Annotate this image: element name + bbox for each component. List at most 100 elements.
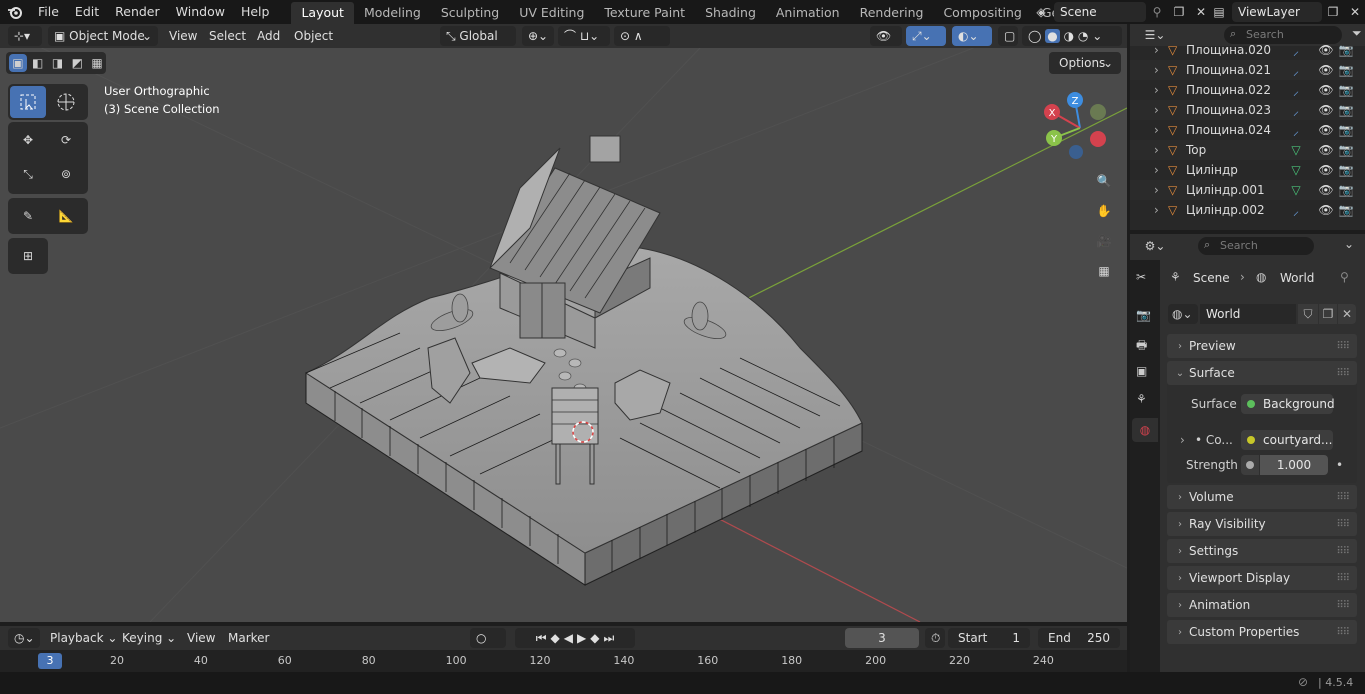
eye-icon[interactable]: 👁 [1316, 203, 1336, 217]
world-tab-icon[interactable]: ◍ [1132, 418, 1158, 442]
expand-chevron-icon[interactable]: › [1154, 123, 1168, 137]
scale-tool-icon[interactable]: ⤡ [10, 158, 46, 190]
tab-layout[interactable]: Layout [291, 2, 354, 24]
blender-logo-icon[interactable] [0, 0, 30, 24]
jump-start-icon[interactable]: ⏮ [536, 628, 547, 648]
expand-chevron-icon[interactable]: › [1154, 203, 1168, 217]
modifier-icon[interactable]: ⸝ [1276, 202, 1316, 219]
xray-icon[interactable]: ▢ [998, 26, 1018, 46]
menu-window[interactable]: Window [168, 0, 233, 24]
mode-dropdown[interactable]: ▣ Object Mode ⌄ [48, 26, 158, 46]
eye-icon[interactable]: 👁 [1316, 123, 1336, 137]
outliner-row[interactable]: › ▽ Площина.021 ⸝ 👁 📷 [1130, 60, 1365, 80]
scene-selector-icon[interactable]: ◈ [1030, 2, 1052, 22]
current-frame-field[interactable]: 3 [845, 628, 919, 648]
outliner-row[interactable]: › ▽ Циліндр.001 ▽ 👁 📷 [1130, 180, 1365, 200]
tab-compositing[interactable]: Compositing [933, 2, 1031, 24]
play-icon[interactable]: ▶ [577, 628, 586, 648]
expand-chevron-icon[interactable]: › [1154, 163, 1168, 177]
strength-field[interactable]: 1.000 [1260, 455, 1328, 475]
eye-icon[interactable]: 👁 [1316, 103, 1336, 117]
playhead[interactable]: 3 [38, 653, 62, 669]
camera-render-icon[interactable]: 📷 [1336, 83, 1356, 97]
grip-icon[interactable]: ⠿⠿ [1336, 627, 1350, 638]
measure-tool-icon[interactable]: 📐 [48, 200, 84, 232]
properties-search-input[interactable]: Search [1198, 237, 1314, 255]
outliner-item-name[interactable]: Циліндр.002 [1186, 203, 1276, 217]
modifier-icon[interactable]: ⸝ [1276, 42, 1316, 59]
world-browse-icon[interactable]: ◍⌄ [1168, 304, 1198, 324]
view-layer-tab-icon[interactable]: ▣ [1136, 364, 1147, 378]
stopwatch-icon[interactable]: ⏱ [925, 628, 945, 648]
mesh-data-icon[interactable]: ▽ [1276, 183, 1316, 197]
delete-view-layer-icon[interactable]: ✕ [1344, 2, 1365, 22]
camera-render-icon[interactable]: 📷 [1336, 203, 1356, 217]
outliner-item-name[interactable]: Площина.022 [1186, 83, 1276, 97]
zoom-icon[interactable]: 🔍 [1091, 168, 1117, 194]
grip-icon[interactable]: ⠿⠿ [1336, 546, 1350, 557]
outliner-row[interactable]: › ▽ Площина.024 ⸝ 👁 📷 [1130, 120, 1365, 140]
camera-render-icon[interactable]: 📷 [1336, 63, 1356, 77]
modifier-icon[interactable]: ⸝ [1276, 102, 1316, 119]
modifier-icon[interactable]: ⸝ [1276, 122, 1316, 139]
material-shading-icon[interactable]: ◑ [1064, 29, 1074, 43]
tab-sculpting[interactable]: Sculpting [431, 2, 509, 24]
eye-icon[interactable]: 👁 [1316, 143, 1336, 157]
render-tab-icon[interactable]: 📷 [1136, 308, 1151, 322]
chevron-down-icon[interactable]: ⌄ [1344, 237, 1354, 251]
next-keyframe-icon[interactable]: ◆ [590, 628, 599, 648]
tab-uv-editing[interactable]: UV Editing [509, 2, 594, 24]
select-new-icon[interactable]: ▣ [9, 54, 27, 72]
fake-user-icon[interactable]: ⛉ [1298, 304, 1318, 324]
camera-render-icon[interactable]: 📷 [1336, 163, 1356, 177]
end-frame-field[interactable]: End 250 [1038, 628, 1120, 648]
expand-chevron-icon[interactable]: › [1154, 63, 1168, 77]
eye-icon[interactable]: 👁 [1316, 43, 1336, 57]
expand-chevron-icon[interactable]: › [1154, 143, 1168, 157]
grip-icon[interactable]: ⠿⠿ [1336, 341, 1350, 352]
prev-keyframe-icon[interactable]: ◆ [551, 628, 560, 648]
select-invert-icon[interactable]: ◩ [68, 54, 86, 72]
gizmo-toggle-icon[interactable]: ⤢⌄ [906, 26, 946, 46]
annotate-tool-icon[interactable]: ✎ [10, 200, 46, 232]
panel-settings[interactable]: › Settings ⠿⠿ [1167, 539, 1357, 563]
grip-icon[interactable]: ⠿⠿ [1336, 600, 1350, 611]
object-menu[interactable]: Object [294, 26, 333, 46]
eye-icon[interactable]: 👁 [1316, 163, 1336, 177]
grip-icon[interactable]: ⠿⠿ [1336, 573, 1350, 584]
snap-icon[interactable]: ⌒ ⊔⌄ [558, 26, 610, 46]
tab-rendering[interactable]: Rendering [850, 2, 934, 24]
proportional-edit-icon[interactable]: ⊙ ∧ [614, 26, 670, 46]
menu-file[interactable]: File [30, 0, 67, 24]
pivot-point-icon[interactable]: ⊕⌄ [522, 26, 554, 46]
select-subtract-icon[interactable]: ◨ [49, 54, 67, 72]
tab-modeling[interactable]: Modeling [354, 2, 431, 24]
new-view-layer-icon[interactable]: ❐ [1322, 2, 1344, 22]
scene-tab-icon[interactable]: ⚘ [1136, 392, 1147, 406]
playback-menu[interactable]: Playback ⌄ [50, 628, 117, 648]
eye-icon[interactable]: 👁 [1316, 183, 1336, 197]
outliner-item-name[interactable]: Площина.023 [1186, 103, 1276, 117]
jump-end-icon[interactable]: ⏭ [603, 628, 614, 648]
outliner-item-name[interactable]: Top [1186, 143, 1276, 157]
keyframe-dot-icon[interactable]: • [1336, 458, 1343, 472]
wireframe-shading-icon[interactable]: ◯ [1028, 29, 1041, 43]
select-intersect-icon[interactable]: ▦ [88, 54, 106, 72]
solid-shading-icon[interactable]: ● [1045, 29, 1060, 43]
select-box-icon[interactable] [10, 86, 46, 118]
tool-tab-icon[interactable]: ✂ [1136, 270, 1146, 284]
camera-render-icon[interactable]: 📷 [1336, 43, 1356, 57]
camera-view-icon[interactable]: 🎥 [1091, 228, 1117, 254]
timeline-ruler[interactable]: 3 20 40 60 80 100 120 140 160 180 200 220 240 [0, 650, 1127, 672]
filter-icon[interactable]: ⏷ [1352, 26, 1362, 41]
shading-modes[interactable]: ◯ ● ◑ ◔ ⌄ [1022, 26, 1122, 46]
outliner-row[interactable]: › ▽ Площина.020 ⸝ 👁 📷 [1130, 40, 1365, 60]
view-layer-field[interactable]: ViewLayer [1232, 2, 1322, 22]
rotate-tool-icon[interactable]: ⟳ [48, 124, 84, 156]
outliner-item-name[interactable]: Циліндр [1186, 163, 1276, 177]
select-extend-icon[interactable]: ◧ [29, 54, 47, 72]
marker-menu[interactable]: Marker [228, 628, 269, 648]
panel-ray-visibility[interactable]: › Ray Visibility ⠿⠿ [1167, 512, 1357, 536]
tab-animation[interactable]: Animation [766, 2, 850, 24]
outliner-item-name[interactable]: Площина.024 [1186, 123, 1276, 137]
